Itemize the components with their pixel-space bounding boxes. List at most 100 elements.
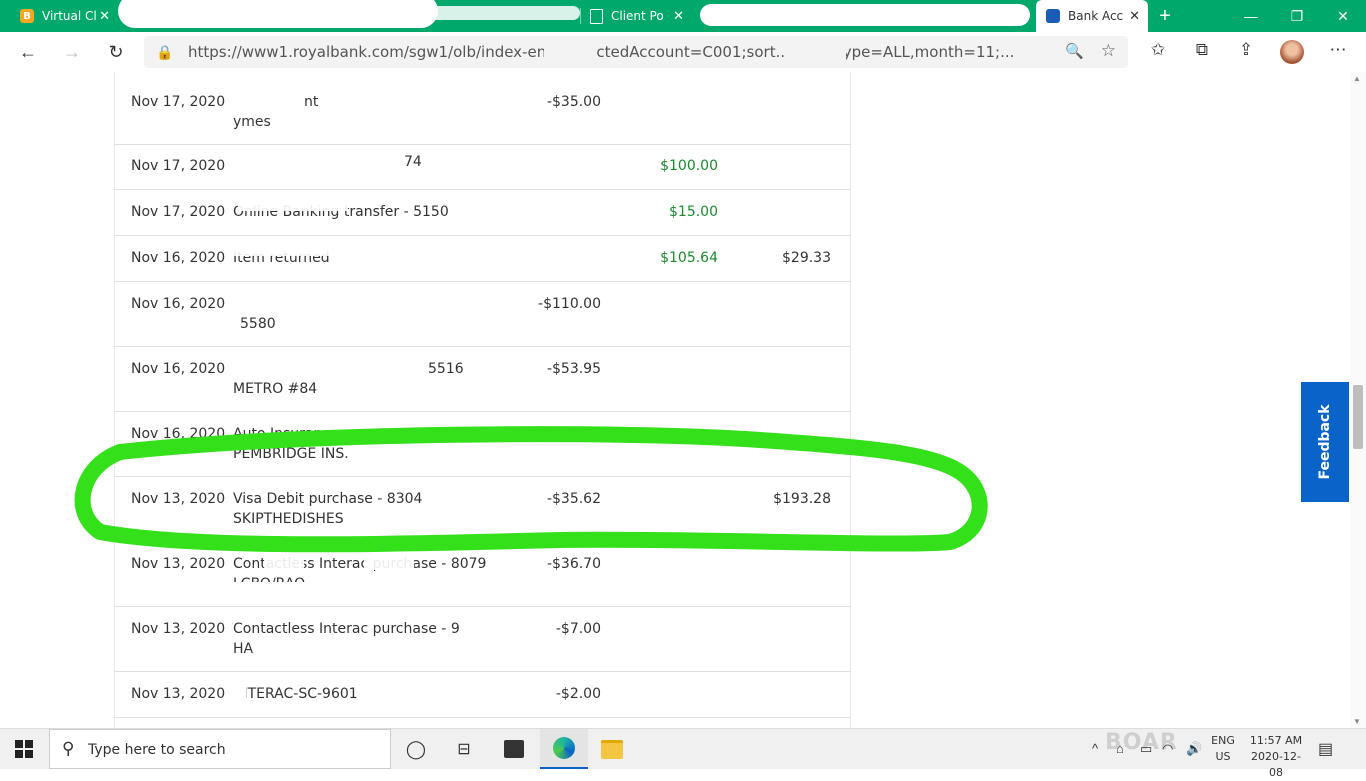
forward-button[interactable]: → bbox=[56, 36, 88, 68]
table-row[interactable]: Nov 13, 2020 Contactless Interac purchas… bbox=[114, 542, 851, 607]
row-description-2: HA bbox=[233, 641, 254, 657]
start-button[interactable] bbox=[0, 729, 48, 769]
edge-browser-icon[interactable] bbox=[540, 729, 588, 769]
volume-icon[interactable]: 🔊 bbox=[1186, 741, 1202, 757]
row-withdrawal: -$7.00 bbox=[555, 621, 601, 637]
task-view-icon[interactable]: ⊟ bbox=[440, 729, 488, 769]
rbc-logo-icon bbox=[1046, 9, 1060, 23]
table-row[interactable]: Nov 16, 2020 Auto Insurance PEMBRIDGE IN… bbox=[114, 412, 851, 477]
table-row[interactable]: Nov 17, 2020 nt ymes -$35.00 bbox=[114, 72, 851, 145]
favorites-icon[interactable]: ✩ bbox=[1146, 40, 1170, 60]
bitmoji-icon: B bbox=[20, 9, 34, 23]
scroll-up-icon[interactable]: ▲ bbox=[1353, 74, 1361, 83]
clock[interactable]: 11:57 AM 2020-12-08 bbox=[1246, 733, 1306, 781]
search-icon: ⚲ bbox=[62, 739, 75, 758]
refresh-button[interactable]: ↻ bbox=[100, 36, 132, 68]
row-description: INTERAC-SC-9601 bbox=[233, 686, 358, 702]
windows-logo-icon bbox=[15, 740, 33, 758]
row-withdrawal: -$35.62 bbox=[546, 491, 601, 507]
chevron-up-icon[interactable]: ^ bbox=[1092, 741, 1098, 756]
collections-icon[interactable]: ⧉ bbox=[1190, 40, 1214, 60]
row-deposit: $15.00 bbox=[669, 204, 718, 220]
row-date: Nov 13, 2020 bbox=[131, 491, 226, 507]
tab-bank-account[interactable]: Bank Acc ✕ bbox=[1036, 0, 1148, 32]
document-icon bbox=[590, 8, 603, 24]
search-icon[interactable]: 🔍 bbox=[1065, 42, 1084, 60]
share-icon[interactable]: ⇪ bbox=[1234, 40, 1258, 60]
table-row[interactable]: Nov 16, 2020 Item returned $105.64 $29.3… bbox=[114, 236, 851, 282]
favorite-star-icon[interactable]: ☆ bbox=[1101, 41, 1116, 61]
row-description-2: SKIPTHEDISHES bbox=[233, 511, 344, 527]
cortana-icon[interactable]: ◯ bbox=[392, 729, 440, 769]
network-device-icon[interactable]: ⌂ bbox=[1116, 741, 1124, 756]
row-date: Nov 16, 2020 bbox=[131, 361, 226, 377]
minimize-button[interactable]: — bbox=[1228, 0, 1274, 32]
tab-title: Bank Acc bbox=[1068, 9, 1124, 23]
row-deposit: $100.00 bbox=[660, 158, 718, 174]
notification-icon[interactable]: ▤ bbox=[1318, 739, 1333, 759]
row-deposit: $105.64 bbox=[660, 250, 718, 266]
tab-client-portal[interactable]: Client Po ✕ bbox=[584, 0, 692, 32]
row-withdrawal: -$53.95 bbox=[546, 361, 601, 377]
taskbar-search[interactable]: ⚲ Type here to search bbox=[49, 729, 391, 769]
row-date: Nov 17, 2020 bbox=[131, 204, 226, 220]
back-button[interactable]: ← bbox=[12, 36, 44, 68]
close-window-button[interactable]: ✕ bbox=[1320, 0, 1366, 32]
redaction-scribble bbox=[700, 4, 1030, 26]
scrollbar-thumb[interactable] bbox=[1353, 385, 1363, 449]
row-description: nt bbox=[304, 94, 319, 110]
transactions-page: Nov 17, 2020 nt ymes -$35.00 Nov 17, 202… bbox=[0, 72, 1366, 728]
store-icon[interactable] bbox=[490, 729, 538, 769]
close-icon[interactable]: ✕ bbox=[99, 9, 110, 24]
table-row-highlighted[interactable]: Nov 13, 2020 Visa Debit purchase - 8304 … bbox=[114, 477, 851, 542]
row-balance: $29.33 bbox=[782, 250, 831, 266]
lock-icon: 🔒 bbox=[156, 44, 174, 60]
region-code: US bbox=[1215, 750, 1231, 763]
avatar[interactable] bbox=[1280, 40, 1304, 64]
wifi-icon[interactable]: ◠ bbox=[1162, 741, 1173, 757]
scroll-down-icon[interactable]: ▼ bbox=[1353, 717, 1361, 726]
battery-icon[interactable]: ▭ bbox=[1140, 741, 1152, 757]
redaction-scribble bbox=[430, 6, 580, 20]
new-tab-button[interactable]: + bbox=[1150, 0, 1180, 32]
table-row[interactable]: Nov 13, 2020 INTERAC-SC-9601 -$2.00 bbox=[114, 672, 851, 718]
row-balance: $193.28 bbox=[773, 491, 831, 507]
row-date: Nov 16, 2020 bbox=[131, 426, 226, 442]
page-scrollbar[interactable]: ▲ ▼ bbox=[1350, 72, 1366, 728]
row-date: Nov 13, 2020 bbox=[131, 621, 226, 637]
address-url[interactable]: https://www1.royalbank.com/sgw1/olb/inde… bbox=[188, 43, 1068, 61]
row-withdrawal: -$35.00 bbox=[546, 94, 601, 110]
row-description: Auto Insurance bbox=[233, 426, 339, 442]
row-date: Nov 17, 2020 bbox=[131, 158, 226, 174]
row-description: 5516 bbox=[428, 361, 464, 377]
feedback-button[interactable]: Feedback bbox=[1301, 382, 1349, 502]
restore-button[interactable]: ❐ bbox=[1274, 0, 1320, 32]
row-description: 74 bbox=[404, 154, 422, 170]
clock-time: 11:57 AM bbox=[1249, 734, 1303, 747]
table-row[interactable]: Nov 17, 2020 Online Banking transfer - 5… bbox=[114, 190, 851, 236]
table-row[interactable]: Nov 16, 2020 5516 METRO #84 -$53.95 bbox=[114, 347, 851, 412]
search-placeholder: Type here to search bbox=[88, 742, 226, 758]
more-icon[interactable]: ⋯ bbox=[1326, 40, 1350, 60]
feedback-label: Feedback bbox=[1317, 404, 1333, 480]
clock-date: 2020-12-08 bbox=[1251, 750, 1301, 779]
language-indicator[interactable]: ENG US bbox=[1208, 733, 1238, 765]
table-row[interactable]: Nov 16, 2020 5580 -$110.00 bbox=[114, 282, 851, 347]
taskbar: ⚲ Type here to search ◯ ⊟ BOAR ^ ⌂ ▭ ◠ 🔊… bbox=[0, 728, 1366, 779]
row-withdrawal: -$36.70 bbox=[546, 556, 601, 572]
row-description-2: 5580 bbox=[240, 316, 276, 332]
address-bar[interactable]: 🔒 https://www1.royalbank.com/sgw1/olb/in… bbox=[144, 36, 1128, 68]
row-description: Contactless Interac purchase - 9 bbox=[233, 621, 460, 637]
browser-toolbar: ← → ↻ 🔒 https://www1.royalbank.com/sgw1/… bbox=[0, 32, 1366, 73]
row-withdrawal: -$2.00 bbox=[555, 686, 601, 702]
file-explorer-icon[interactable] bbox=[588, 729, 636, 769]
table-row[interactable]: Nov 17, 2020 74 $100.00 bbox=[114, 144, 851, 190]
row-withdrawal: -$105.64 bbox=[538, 426, 601, 442]
row-description-2: METRO #84 bbox=[233, 381, 318, 397]
close-icon[interactable]: ✕ bbox=[673, 9, 684, 24]
tab-title: Virtual Cl bbox=[42, 9, 97, 23]
row-withdrawal: -$110.00 bbox=[538, 296, 601, 312]
close-icon[interactable]: ✕ bbox=[1129, 9, 1140, 24]
table-row[interactable]: Nov 13, 2020 Contactless Interac purchas… bbox=[114, 607, 851, 672]
tab-virtual[interactable]: B Virtual Cl ✕ bbox=[8, 0, 118, 32]
